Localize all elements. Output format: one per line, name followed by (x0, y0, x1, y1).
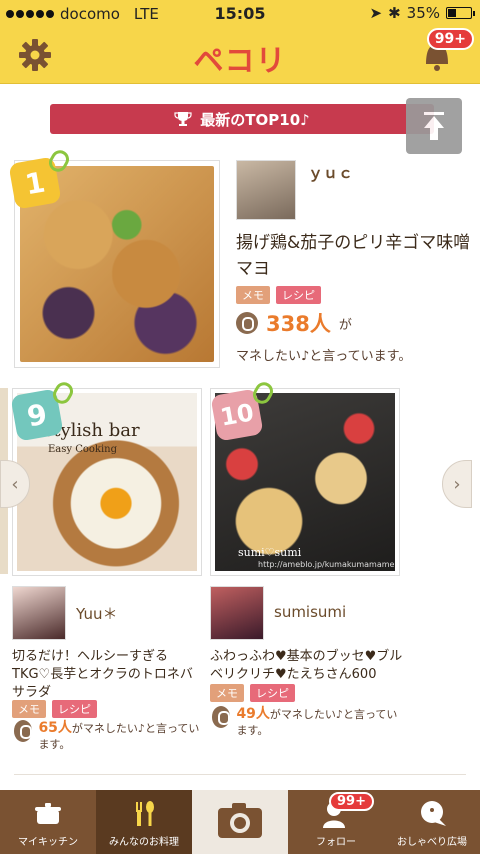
app-header: ペコリ 99+ (0, 28, 480, 84)
featured-tags: メモ レシピ (236, 286, 321, 304)
top10-banner: 最新のTOP10♪ (50, 104, 434, 134)
card-tags: メモ レシピ (210, 684, 295, 702)
card-title[interactable]: ふわっふわ♥基本のブッセ♥ブルベリクリチ♥たえちさん600 (210, 648, 406, 684)
avatar[interactable] (210, 586, 264, 640)
card-mane-count: 65人がマネしたい♪と言っています。 (14, 720, 200, 753)
scroll-to-top-button[interactable] (406, 98, 462, 154)
tab-everyone-cooking[interactable]: みんなのお料理 (96, 790, 192, 854)
featured-count-suffix: が (338, 317, 352, 333)
chevron-right-icon: › (453, 473, 461, 495)
notification-badge: 99+ (426, 28, 474, 50)
chat-icon (421, 801, 446, 826)
card-username[interactable]: Yuu＊ (76, 603, 117, 624)
app-logo: ペコリ (193, 44, 287, 79)
image-subtext: Easy Cooking (48, 444, 118, 455)
card-mane-count: 49人がマネしたい♪と言っています。 (212, 706, 398, 739)
image-subtext: http://ameblo.jp/kumakumamame (258, 560, 395, 569)
featured-count: 338人 (266, 312, 331, 336)
chevron-left-icon: ‹ (11, 473, 19, 495)
tab-label: みんなのお料理 (109, 837, 179, 848)
bluetooth-icon: ✱ (388, 4, 401, 22)
banner-title: 最新のTOP10♪ (200, 110, 310, 129)
recipe-tag: レシピ (52, 700, 97, 718)
featured-username[interactable]: ｙｕｃ (308, 162, 353, 183)
card-count: 49人 (236, 706, 270, 722)
mane-icon[interactable] (236, 312, 258, 334)
card-tags: メモ レシピ (12, 700, 97, 718)
featured-say: マネしたい♪と言っています。 (236, 349, 412, 364)
tab-follow[interactable]: 99+ フォロー (288, 790, 384, 854)
memo-tag: メモ (236, 286, 270, 304)
status-bar: docomo LTE 15:05 ➤ ✱ 35% (0, 0, 480, 28)
camera-icon (218, 803, 262, 838)
featured-title[interactable]: 揚げ鶏&茄子のピリ辛ゴマ味噌マヨ (236, 230, 472, 282)
tab-my-kitchen[interactable]: マイキッチン (0, 790, 96, 854)
battery-percent: 35% (406, 4, 440, 22)
card-title[interactable]: 切るだけ！ヘルシーすぎるTKG♡長芋とオクラのトロネバサラダ (12, 648, 202, 702)
pot-icon (35, 803, 61, 824)
carousel-next-button[interactable]: › (442, 460, 472, 508)
tab-label: おしゃべり広場 (397, 837, 467, 848)
follow-badge: 99+ (329, 792, 374, 811)
tab-chat-plaza[interactable]: おしゃべり広場 (384, 790, 480, 854)
recipe-tag: レシピ (250, 684, 295, 702)
bottom-tab-bar: マイキッチン みんなのお料理 99+ フォロー おしゃべり広場 (0, 790, 480, 854)
mane-icon[interactable] (14, 720, 33, 742)
card-count: 65人 (38, 720, 72, 736)
recipe-tag: レシピ (276, 286, 321, 304)
fork-spoon-icon (136, 801, 154, 826)
image-text: sumi♡sumi (238, 546, 302, 559)
avatar[interactable] (236, 160, 296, 220)
card-username[interactable]: sumisumi (274, 603, 346, 621)
tab-camera[interactable] (192, 790, 288, 854)
featured-mane-count: 338人 が (236, 308, 352, 338)
battery-icon (446, 7, 475, 19)
tab-label: マイキッチン (18, 837, 78, 848)
avatar[interactable] (12, 586, 66, 640)
trophy-icon (174, 112, 192, 126)
mane-icon[interactable] (212, 706, 231, 728)
memo-tag: メモ (12, 700, 46, 718)
memo-tag: メモ (210, 684, 244, 702)
location-icon: ➤ (369, 4, 383, 22)
divider (14, 774, 466, 775)
tab-label: フォロー (316, 837, 356, 848)
